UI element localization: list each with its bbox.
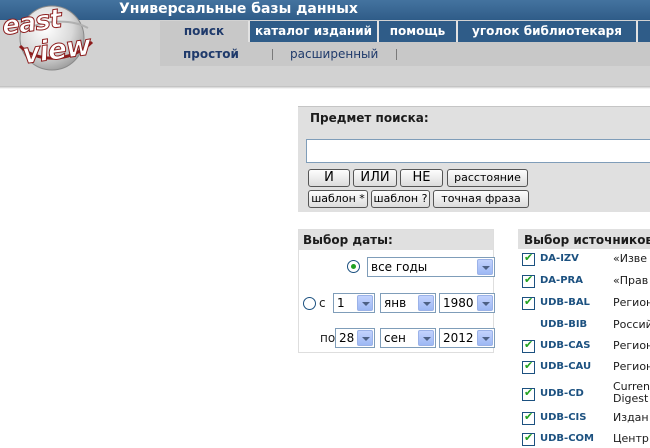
chevron-down-icon — [357, 295, 373, 311]
exact-phrase-button[interactable]: точная фраза — [433, 190, 529, 208]
subnav-simple[interactable]: простой — [183, 42, 239, 66]
wildcard-question-button[interactable]: шаблон ? — [371, 190, 430, 208]
source-code[interactable]: UDB-CD — [540, 388, 584, 399]
to-month-select[interactable]: сен — [380, 328, 436, 348]
source-code[interactable]: UDB-COM — [540, 433, 594, 444]
source-code[interactable]: UDB-CAU — [540, 361, 591, 372]
search-subject-panel: Предмет поиска: И ИЛИ НЕ расстояние шабл… — [298, 106, 650, 212]
source-code[interactable]: UDB-BAL — [540, 297, 590, 308]
source-selection-panel: Выбор источников DA-IZV «Изве DA-PRA «Пр… — [518, 229, 650, 448]
source-description: Издан — [613, 411, 649, 424]
not-button[interactable]: НЕ — [400, 169, 443, 187]
tab-search[interactable]: поиск — [160, 21, 248, 42]
search-mode-subnav: простой расширенный — [160, 42, 650, 66]
source-code[interactable]: UDB-CAS — [540, 340, 590, 351]
header: Универсальные базы данных east view поис… — [0, 0, 650, 86]
wildcard-star-button[interactable]: шаблон * — [308, 190, 368, 208]
chevron-down-icon — [477, 330, 493, 346]
sources-heading: Выбор источников — [524, 233, 650, 247]
source-description-line2: Digest — [613, 392, 649, 405]
source-code[interactable]: DA-IZV — [540, 253, 579, 264]
from-day-value: 1 — [337, 296, 345, 310]
date-range-radio[interactable] — [303, 297, 316, 310]
chevron-down-icon — [418, 295, 434, 311]
source-checkbox[interactable] — [522, 386, 535, 401]
date-heading: Выбор даты: — [303, 233, 393, 247]
source-code[interactable]: UDB-CIS — [540, 412, 586, 423]
distance-button[interactable]: расстояние — [447, 169, 528, 187]
chevron-down-icon — [477, 259, 493, 275]
tab-help[interactable]: помощь — [379, 21, 456, 42]
or-button[interactable]: ИЛИ — [353, 169, 397, 187]
source-description: Регион — [613, 339, 650, 352]
app-title: Универсальные базы данных — [119, 1, 358, 17]
source-checkbox[interactable] — [522, 431, 535, 446]
from-year-select[interactable]: 1980 — [439, 293, 495, 313]
sources-heading-bar: Выбор источников — [518, 229, 650, 249]
tab-more[interactable] — [638, 21, 650, 42]
source-description: Регион — [613, 360, 650, 373]
date-selection-panel: Выбор даты: все годы с 1 янв 1980 по 28 … — [298, 229, 495, 353]
source-checkbox[interactable] — [522, 359, 535, 374]
tab-librarian-corner[interactable]: уголок библиотекаря — [458, 21, 636, 42]
chevron-down-icon — [477, 295, 493, 311]
from-label: с — [319, 296, 326, 310]
source-checkbox[interactable] — [522, 295, 535, 310]
nav-tabs: поиск каталог изданий помощь уголок библ… — [160, 21, 650, 42]
chevron-down-icon — [418, 330, 434, 346]
to-year-select[interactable]: 2012 — [439, 328, 495, 348]
from-month-select[interactable]: янв — [380, 293, 436, 313]
all-years-radio[interactable] — [347, 260, 360, 273]
to-day-value: 28 — [339, 331, 355, 345]
source-checkbox[interactable] — [522, 410, 535, 425]
from-month-value: янв — [384, 296, 407, 310]
subnav-advanced[interactable]: расширенный — [290, 42, 378, 66]
source-description: Центр — [613, 432, 649, 445]
from-year-value: 1980 — [443, 296, 474, 310]
header-shadow — [0, 86, 650, 89]
to-year-value: 2012 — [443, 331, 474, 345]
source-description: Россий — [613, 318, 650, 331]
east-view-logo[interactable]: east view — [0, 2, 100, 76]
chevron-down-icon — [357, 330, 373, 346]
source-code[interactable]: UDB-BIB — [540, 319, 587, 330]
to-label: по — [320, 331, 336, 345]
and-button[interactable]: И — [308, 169, 350, 187]
date-heading-bar: Выбор даты: — [299, 230, 493, 250]
search-subject-heading: Предмет поиска: — [310, 111, 429, 125]
search-query-input[interactable] — [306, 139, 650, 163]
to-month-value: сен — [384, 331, 406, 345]
to-day-select[interactable]: 28 — [335, 328, 375, 348]
source-checkbox[interactable] — [522, 251, 535, 266]
all-years-value: все годы — [371, 260, 428, 274]
source-checkbox[interactable] — [522, 273, 535, 288]
source-code[interactable]: DA-PRA — [540, 275, 583, 286]
source-description: «Изве — [613, 252, 648, 265]
subnav-divider — [272, 49, 273, 60]
tab-catalog[interactable]: каталог изданий — [250, 21, 377, 42]
source-description: Регион — [613, 296, 650, 309]
all-years-select[interactable]: все годы — [367, 257, 495, 277]
source-checkbox[interactable] — [522, 338, 535, 353]
subnav-divider — [396, 49, 397, 60]
from-day-select[interactable]: 1 — [333, 293, 375, 313]
source-description: «Прав — [613, 274, 649, 287]
